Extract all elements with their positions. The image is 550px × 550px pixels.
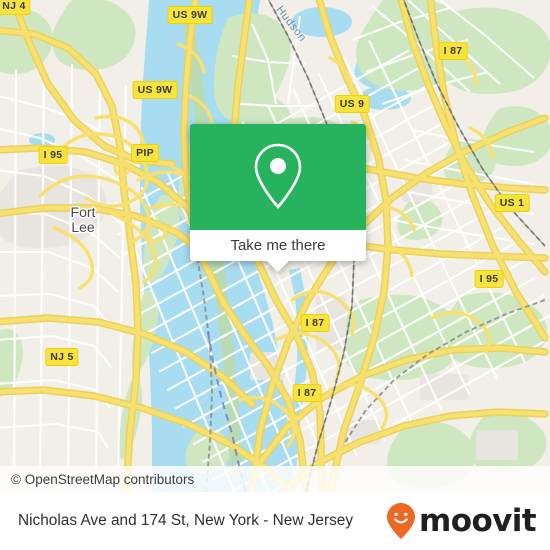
road-shield-i-95-west[interactable]: I 95 bbox=[38, 146, 68, 164]
map-canvas[interactable]: Hudson Fort Lee NJ 4 US 9W I 87 US 9W US … bbox=[0, 0, 550, 492]
map-attribution-bar: © OpenStreetMap contributors bbox=[0, 466, 550, 492]
attribution-text[interactable]: © OpenStreetMap contributors bbox=[11, 472, 194, 487]
road-shield-i-95-east[interactable]: I 95 bbox=[474, 270, 504, 288]
location-popup-card[interactable]: Take me there bbox=[190, 124, 366, 272]
map-pin-icon bbox=[254, 143, 302, 209]
location-title: Nicholas Ave and 174 St, New York - New … bbox=[18, 512, 354, 529]
road-shield-nj-4[interactable]: NJ 4 bbox=[0, 0, 31, 15]
road-shield-us-9w-west[interactable]: US 9W bbox=[132, 81, 178, 99]
road-shield-i-87-south[interactable]: I 87 bbox=[292, 384, 322, 402]
take-me-there-button[interactable]: Take me there bbox=[230, 237, 325, 254]
road-shield-us-1[interactable]: US 1 bbox=[494, 194, 530, 212]
road-shield-i-87-mid[interactable]: I 87 bbox=[300, 314, 330, 332]
road-shield-nj-5[interactable]: NJ 5 bbox=[45, 348, 79, 366]
moovit-wordmark: moovit bbox=[419, 502, 537, 539]
popup-header bbox=[190, 124, 366, 230]
popup-footer[interactable]: Take me there bbox=[190, 230, 366, 272]
road-shield-us-9[interactable]: US 9 bbox=[334, 95, 370, 113]
road-shield-us-9w-north[interactable]: US 9W bbox=[167, 6, 213, 24]
popup-tail-pointer bbox=[267, 261, 289, 272]
road-shield-i-87-north[interactable]: I 87 bbox=[438, 42, 468, 60]
moovit-smiley-pin-icon bbox=[387, 503, 416, 539]
moovit-brand[interactable]: moovit bbox=[386, 502, 537, 540]
map-page: Hudson Fort Lee NJ 4 US 9W I 87 US 9W US … bbox=[0, 0, 550, 550]
road-shield-pip[interactable]: PIP bbox=[131, 144, 159, 162]
footer-bar: Nicholas Ave and 174 St, New York - New … bbox=[0, 492, 550, 550]
